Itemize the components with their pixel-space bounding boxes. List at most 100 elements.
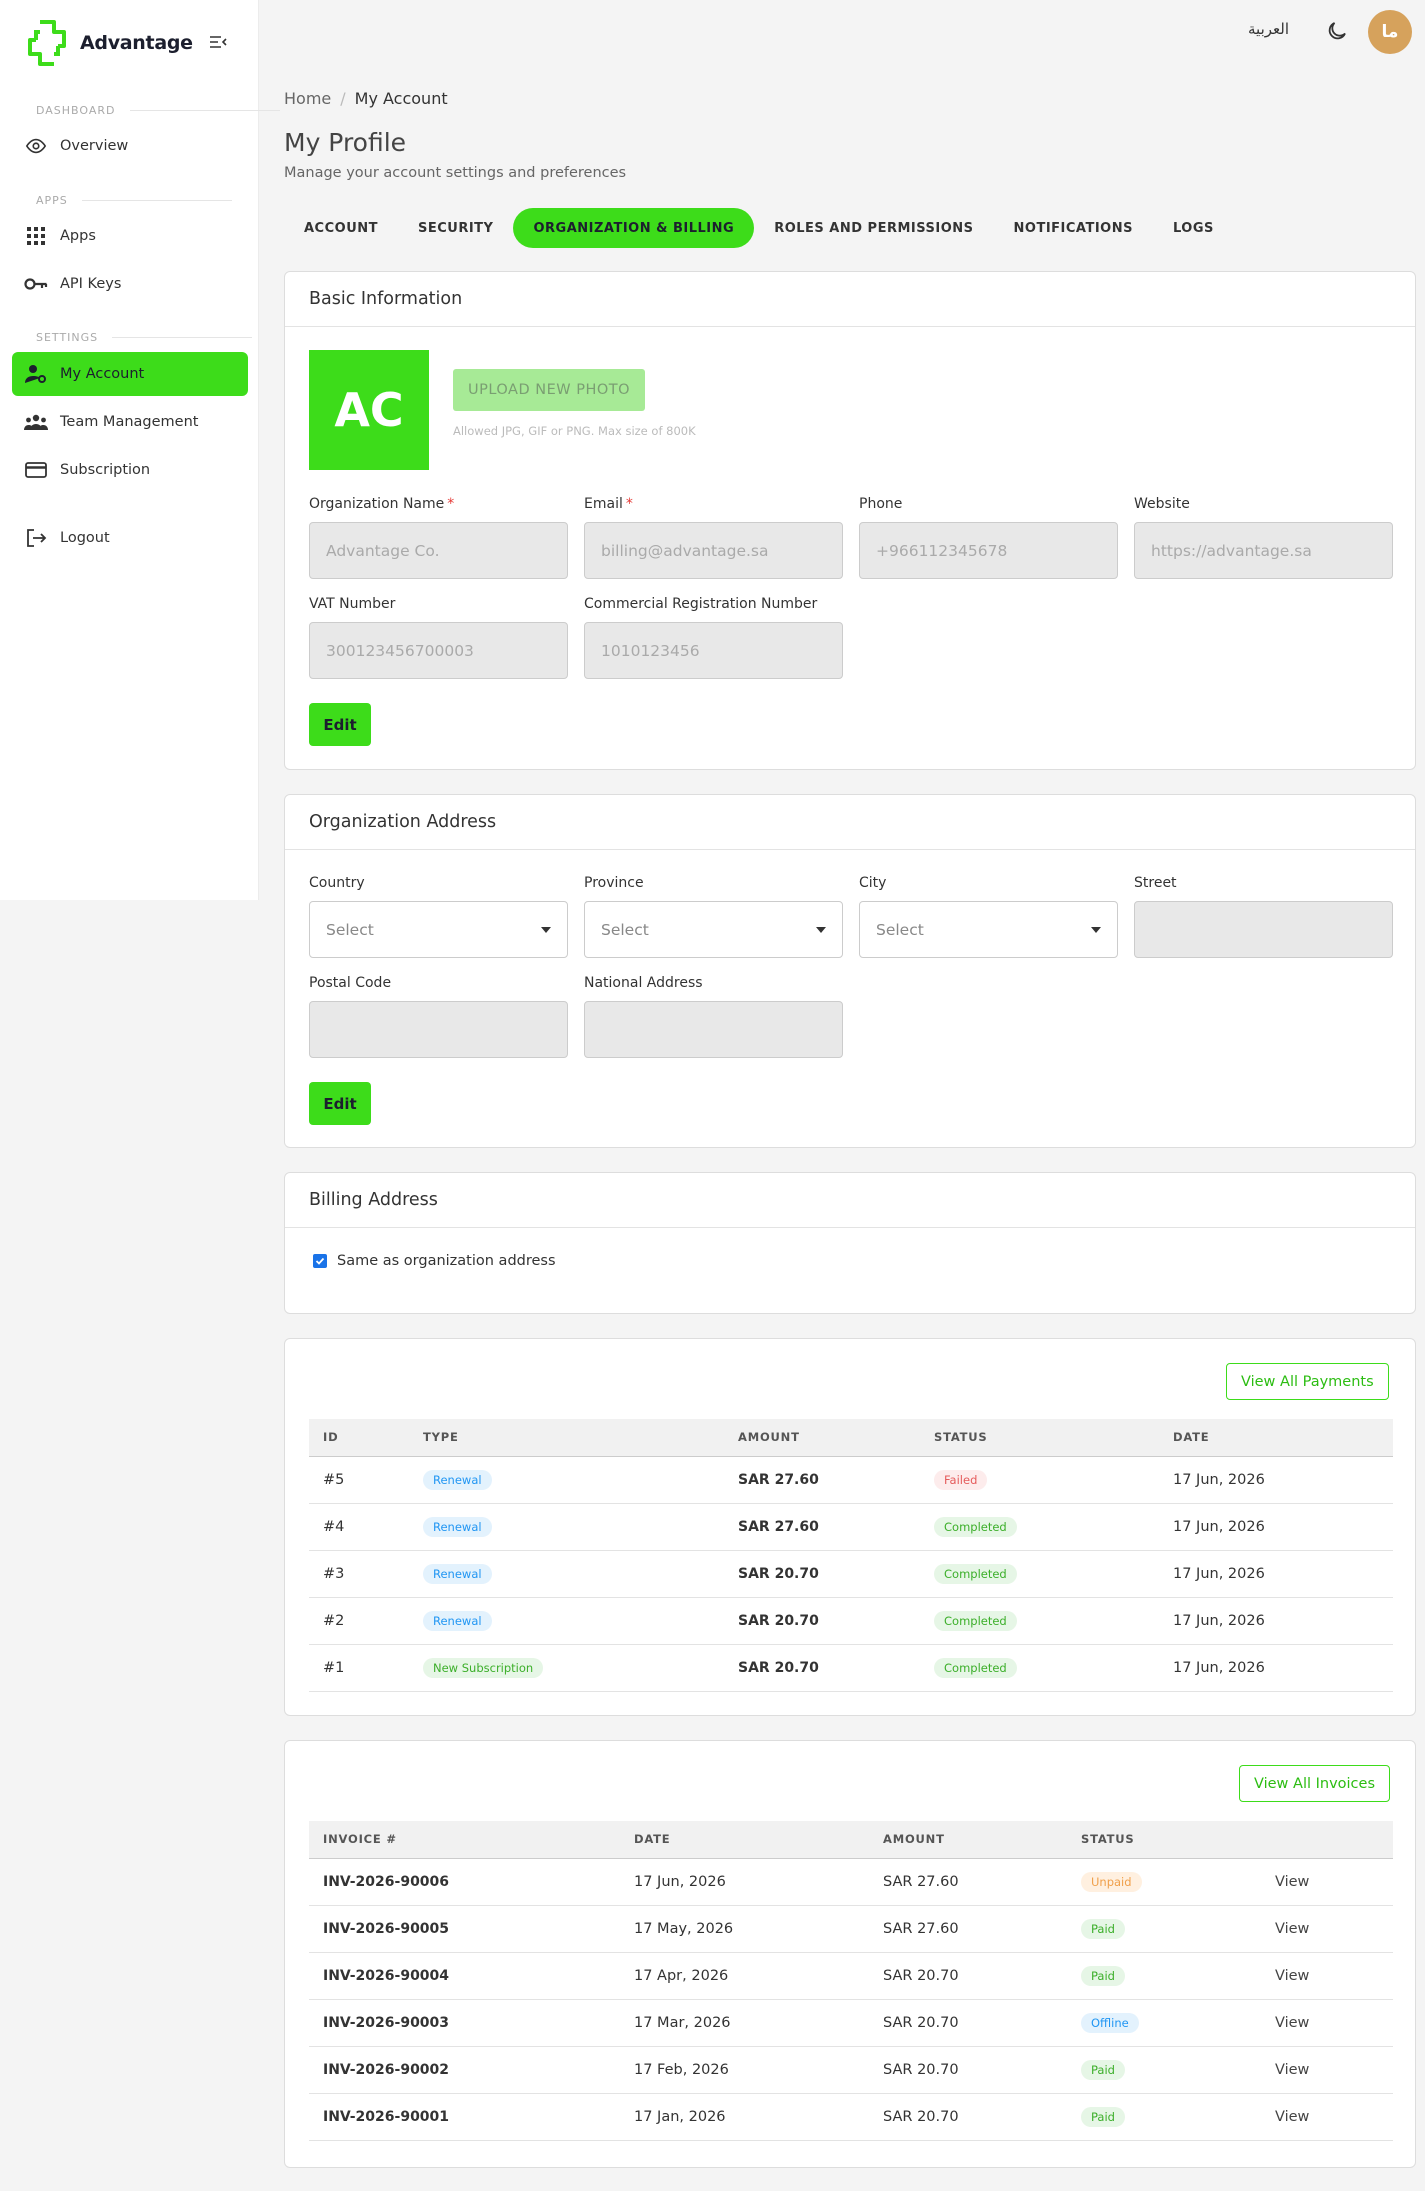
profile-tabs: ACCOUNT SECURITY ORGANIZATION & BILLING … [284,208,1234,248]
upload-photo-button[interactable]: UPLOAD NEW PHOTO [453,369,645,411]
status-badge: Paid [1081,2059,1125,2080]
table-row[interactable]: INV-2026-90001 17 Jan, 2026 SAR 20.70 Pa… [309,2093,1393,2141]
view-invoice-link[interactable]: View [1261,1858,1393,1906]
breadcrumb: Home / My Account [284,89,448,108]
table-row[interactable]: #4 Renewal SAR 27.60 Completed 17 Jun, 2… [309,1503,1393,1551]
payment-date: 17 Jun, 2026 [1159,1456,1393,1504]
sidebar-item-label: My Account [60,366,145,382]
same-as-org-checkbox-row[interactable]: Same as organization address [313,1253,556,1269]
status-badge: Paid [1081,1965,1125,1986]
status-badge: Paid [1081,1918,1125,1939]
card-title: Billing Address [285,1173,1415,1228]
table-row[interactable]: INV-2026-90005 17 May, 2026 SAR 27.60 Pa… [309,1905,1393,1953]
table-row[interactable]: #2 Renewal SAR 20.70 Completed 17 Jun, 2… [309,1597,1393,1645]
crn-input[interactable]: 1010123456 [584,622,843,679]
sidebar-item-overview[interactable]: Overview [12,124,248,168]
city-label: City [859,875,887,891]
view-all-invoices-button[interactable]: View All Invoices [1239,1765,1390,1802]
column-header: STATUS [1067,1821,1261,1859]
moon-icon[interactable] [1325,19,1349,43]
sidebar-item-subscription[interactable]: Subscription [12,448,248,492]
column-header: TYPE [409,1419,724,1457]
tab-logs[interactable]: LOGS [1153,208,1234,248]
table-row[interactable]: INV-2026-90006 17 Jun, 2026 SAR 27.60 Un… [309,1858,1393,1906]
card-title: Basic Information [285,272,1415,327]
payment-id: #5 [309,1456,409,1504]
website-input[interactable]: https://advantage.sa [1134,522,1393,579]
phone-input[interactable]: +966112345678 [859,522,1118,579]
payment-id: #1 [309,1644,409,1692]
table-header-row: INVOICE # DATE AMOUNT STATUS [309,1821,1393,1859]
breadcrumb-home[interactable]: Home [284,89,331,108]
table-row[interactable]: INV-2026-90002 17 Feb, 2026 SAR 20.70 Pa… [309,2046,1393,2094]
sidebar-item-logout[interactable]: Logout [12,516,248,560]
view-invoice-link[interactable]: View [1261,2093,1393,2141]
org-name-label: Organization Name * [309,496,455,512]
status-badge: Offline [1081,2012,1139,2033]
table-row[interactable]: #1 New Subscription SAR 20.70 Completed … [309,1644,1393,1692]
user-avatar[interactable]: ما [1368,10,1412,54]
organization-photo: AC [309,350,429,470]
view-invoice-link[interactable]: View [1261,1999,1393,2047]
type-badge: Renewal [423,1563,492,1584]
invoice-amount: SAR 20.70 [869,2093,1067,2141]
status-badge: Completed [934,1610,1017,1631]
same-as-org-label: Same as organization address [337,1253,556,1269]
payment-id: #2 [309,1597,409,1645]
vat-input[interactable]: 300123456700003 [309,622,568,679]
view-invoice-link[interactable]: View [1261,2046,1393,2094]
table-row[interactable]: #5 Renewal SAR 27.60 Failed 17 Jun, 2026 [309,1456,1393,1504]
city-select[interactable]: Select [859,901,1118,958]
sidebar-item-api-keys[interactable]: API Keys [12,262,248,306]
country-label: Country [309,875,365,891]
column-header: STATUS [920,1419,1159,1457]
invoice-number: INV-2026-90002 [309,2046,620,2094]
view-invoice-link[interactable]: View [1261,1952,1393,2000]
province-label: Province [584,875,644,891]
table-row[interactable]: #3 Renewal SAR 20.70 Completed 17 Jun, 2… [309,1550,1393,1598]
email-input[interactable]: billing@advantage.sa [584,522,843,579]
sidebar-item-my-account[interactable]: My Account [12,352,248,396]
page-subtitle: Manage your account settings and prefere… [284,165,627,181]
sidebar-item-team-management[interactable]: Team Management [12,400,248,444]
table-header-row: ID TYPE AMOUNT STATUS DATE [309,1419,1393,1457]
basic-information-card: Basic Information AC UPLOAD NEW PHOTO Al… [284,271,1416,770]
country-select[interactable]: Select [309,901,568,958]
payment-amount: SAR 20.70 [724,1550,920,1598]
tab-security[interactable]: SECURITY [398,208,513,248]
breadcrumb-current: My Account [354,89,448,108]
org-name-input[interactable]: Advantage Co. [309,522,568,579]
street-input[interactable] [1134,901,1393,958]
sidebar-item-apps[interactable]: Apps [12,214,248,258]
postal-code-input[interactable] [309,1001,568,1058]
key-icon [24,272,48,296]
invoices-card: View All Invoices INVOICE # DATE AMOUNT … [284,1740,1416,2168]
same-as-org-checkbox[interactable] [313,1254,327,1268]
payment-date: 17 Jun, 2026 [1159,1597,1393,1645]
column-header: AMOUNT [724,1419,920,1457]
tab-account[interactable]: ACCOUNT [284,208,398,248]
tab-notifications[interactable]: NOTIFICATIONS [994,208,1153,248]
view-all-payments-button[interactable]: View All Payments [1226,1363,1389,1400]
table-row[interactable]: INV-2026-90003 17 Mar, 2026 SAR 20.70 Of… [309,1999,1393,2047]
national-address-input[interactable] [584,1001,843,1058]
status-badge: Completed [934,1516,1017,1537]
invoice-date: 17 Feb, 2026 [620,2046,869,2094]
logo-text: Advantage [80,32,193,54]
edit-basic-info-button[interactable]: Edit [309,703,371,746]
app-logo[interactable]: Advantage [22,18,193,68]
province-select[interactable]: Select [584,901,843,958]
payments-table: ID TYPE AMOUNT STATUS DATE #5 Renewal SA… [309,1419,1393,1692]
table-row[interactable]: INV-2026-90004 17 Apr, 2026 SAR 20.70 Pa… [309,1952,1393,2000]
column-header [1261,1821,1393,1859]
language-switch[interactable]: العربية [1248,20,1289,38]
type-badge: Renewal [423,1516,492,1537]
invoice-date: 17 Apr, 2026 [620,1952,869,2000]
collapse-menu-icon[interactable] [208,34,228,50]
phone-label: Phone [859,496,903,512]
edit-address-button[interactable]: Edit [309,1082,371,1125]
tab-roles-permissions[interactable]: ROLES AND PERMISSIONS [754,208,993,248]
tab-organization-billing[interactable]: ORGANIZATION & BILLING [513,208,755,248]
view-invoice-link[interactable]: View [1261,1905,1393,1953]
chevron-down-icon [1091,927,1101,933]
